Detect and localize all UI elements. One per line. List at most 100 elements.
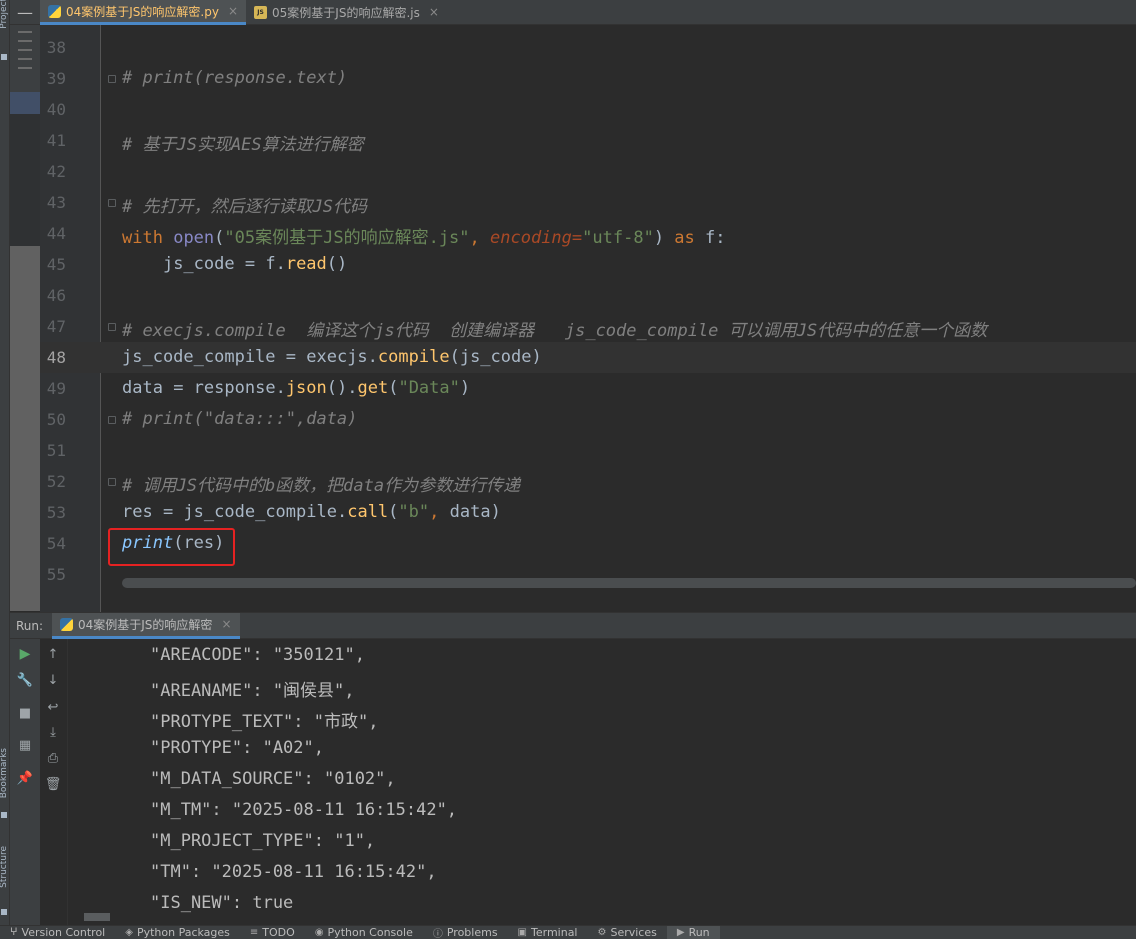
scroll-up-icon[interactable]: ↑ [45, 646, 61, 662]
collapse-icon[interactable]: — [10, 0, 40, 24]
python-file-icon [60, 617, 73, 631]
code-line[interactable]: 41 # 基于JS实现AES算法进行解密 [40, 125, 1136, 156]
builtin: open [173, 228, 215, 248]
fold-icon[interactable] [108, 478, 116, 486]
rerun-icon[interactable]: ▶ [17, 646, 33, 662]
method-call: json [285, 378, 327, 398]
punct: ) [531, 347, 542, 367]
status-label: Run [688, 926, 710, 939]
code-editor[interactable]: 38 39 # print(response.text) 40 41 # 基于J… [40, 25, 1136, 612]
console-scrollbar[interactable] [84, 913, 110, 921]
method-call: compile [377, 347, 450, 367]
tab-label: 04案例基于JS的响应解密.py [66, 4, 219, 19]
tab-05-js[interactable]: JS 05案例基于JS的响应解密.js × [246, 0, 447, 24]
wrench-icon[interactable]: 🔧 [17, 672, 33, 688]
console-line: "M_DATA_SOURCE": "0102", [150, 769, 396, 789]
close-icon[interactable]: × [221, 617, 231, 631]
terminal-button[interactable]: ▣ Terminal [508, 926, 588, 939]
code-line[interactable]: 49 data = response.json().get("Data") [40, 373, 1136, 404]
method-call: read [285, 254, 327, 274]
punct: ) [490, 502, 501, 522]
scroll-to-end-icon[interactable]: ⤓ [45, 724, 61, 740]
code-line[interactable]: 43 # 先打开，然后逐行读取JS代码 [40, 187, 1136, 218]
console-line: "PROTYPE_TEXT": "市政", [150, 712, 379, 732]
horizontal-scrollbar[interactable] [122, 578, 1136, 588]
python-console-button[interactable]: ◉ Python Console [305, 926, 423, 939]
punct: . [275, 254, 286, 274]
python-packages-button[interactable]: ◈ Python Packages [115, 926, 240, 939]
left-tool-strip: Project Bookmarks Structure [0, 0, 10, 925]
code-line[interactable]: 46 [40, 280, 1136, 311]
bookmarks-tool-button[interactable]: Bookmarks [0, 748, 9, 798]
code-comment: # print("data:::",data) [122, 409, 358, 429]
pin-icon[interactable]: 📌 [17, 770, 33, 786]
console-line: "M_TM": "2025-08-11 16:15:42", [150, 800, 458, 820]
soft-wrap-icon[interactable]: ↩ [45, 699, 61, 715]
project-tool-button[interactable]: Project [0, 0, 9, 29]
run-config-tab[interactable]: 04案例基于JS的响应解密 × [52, 612, 240, 639]
fold-icon[interactable] [108, 75, 116, 83]
stop-icon[interactable]: ■ [17, 705, 33, 721]
python-console-icon: ◉ [314, 927, 324, 938]
code-line[interactable]: 44 with open("05案例基于JS的响应解密.js", encodin… [40, 218, 1136, 249]
close-icon[interactable]: × [228, 4, 238, 18]
punct: (). [326, 378, 358, 398]
print-icon[interactable]: ⎙ [45, 750, 61, 766]
line-number: 51 [46, 441, 66, 460]
punct: ( [388, 378, 399, 398]
run-toolbar-primary: ▶ 🔧 ■ ▦ 📌 [10, 639, 40, 925]
fold-icon[interactable] [108, 323, 116, 331]
punct: ( [214, 228, 225, 248]
code-line[interactable]: 50 # print("data:::",data) [40, 404, 1136, 435]
identifier: f: [705, 228, 726, 248]
structure-tool-button[interactable]: Structure [0, 846, 9, 888]
code-line[interactable]: 42 [40, 156, 1136, 187]
scroll-down-icon[interactable]: ↓ [45, 672, 61, 688]
code-line[interactable]: 38 [40, 32, 1136, 63]
line-number: 48 [46, 348, 66, 367]
project-panel[interactable] [10, 24, 40, 611]
run-tool-button[interactable]: ▶ Run [666, 926, 720, 939]
line-number: 40 [46, 100, 66, 119]
line-number: 55 [46, 565, 66, 584]
trash-icon[interactable]: 🗑 [45, 776, 62, 792]
code-line[interactable]: 45 js_code = f.read() [40, 249, 1136, 280]
list-icon: ≡ [249, 927, 259, 938]
punct: ( [388, 502, 399, 522]
code-line[interactable]: 40 [40, 94, 1136, 125]
run-panel-header: Run: 04案例基于JS的响应解密 × [10, 612, 1136, 639]
code-text: data = response.json().get("Data") [122, 378, 470, 398]
fold-icon[interactable] [108, 416, 116, 424]
run-console-output[interactable]: "AREACODE": "350121", "AREANAME": "闽侯县",… [68, 639, 1136, 925]
version-control-button[interactable]: ⵖ Version Control [0, 926, 115, 939]
close-icon[interactable]: × [429, 5, 439, 19]
code-text: js_code = f.read() [122, 254, 347, 274]
line-number: 49 [46, 379, 66, 398]
punct: , [429, 502, 450, 522]
code-line[interactable]: 47 # execjs.compile 编译这个js代码 创建编译器 js_co… [40, 311, 1136, 342]
code-line[interactable]: 39 # print(response.text) [40, 63, 1136, 94]
operator: = [275, 347, 307, 367]
status-label: TODO [262, 926, 295, 939]
fold-icon[interactable] [108, 199, 116, 207]
code-line[interactable]: 52 # 调用JS代码中的b函数，把data作为参数进行传递 [40, 466, 1136, 497]
problems-button[interactable]: ⓘ Problems [423, 926, 508, 939]
code-comment: # 基于JS实现AES算法进行解密 [122, 135, 364, 155]
code-line[interactable]: 51 [40, 435, 1136, 466]
code-text: js_code_compile = execjs.compile(js_code… [122, 347, 542, 367]
run-label: Run: [16, 618, 44, 633]
project-selected-item[interactable] [10, 92, 40, 114]
identifier: execjs [306, 347, 368, 367]
identifier: data [449, 502, 491, 522]
code-line[interactable]: 53 res = js_code_compile.call("b", data) [40, 497, 1136, 528]
annotation-highlight-box [108, 528, 235, 566]
line-number: 45 [46, 255, 66, 274]
tab-04-py[interactable]: 04案例基于JS的响应解密.py × [40, 0, 247, 25]
layout-icon[interactable]: ▦ [17, 737, 33, 753]
console-line: "IS_NEW": true [150, 893, 294, 913]
code-line-current[interactable]: 48 js_code_compile = execjs.compile(js_c… [40, 342, 1136, 373]
line-number: 38 [46, 38, 66, 57]
todo-button[interactable]: ≡ TODO [240, 926, 305, 939]
editor-tab-bar: — 04案例基于JS的响应解密.py × JS 05案例基于JS的响应解密.js… [10, 0, 1136, 25]
services-button[interactable]: ⚙ Services [588, 926, 667, 939]
